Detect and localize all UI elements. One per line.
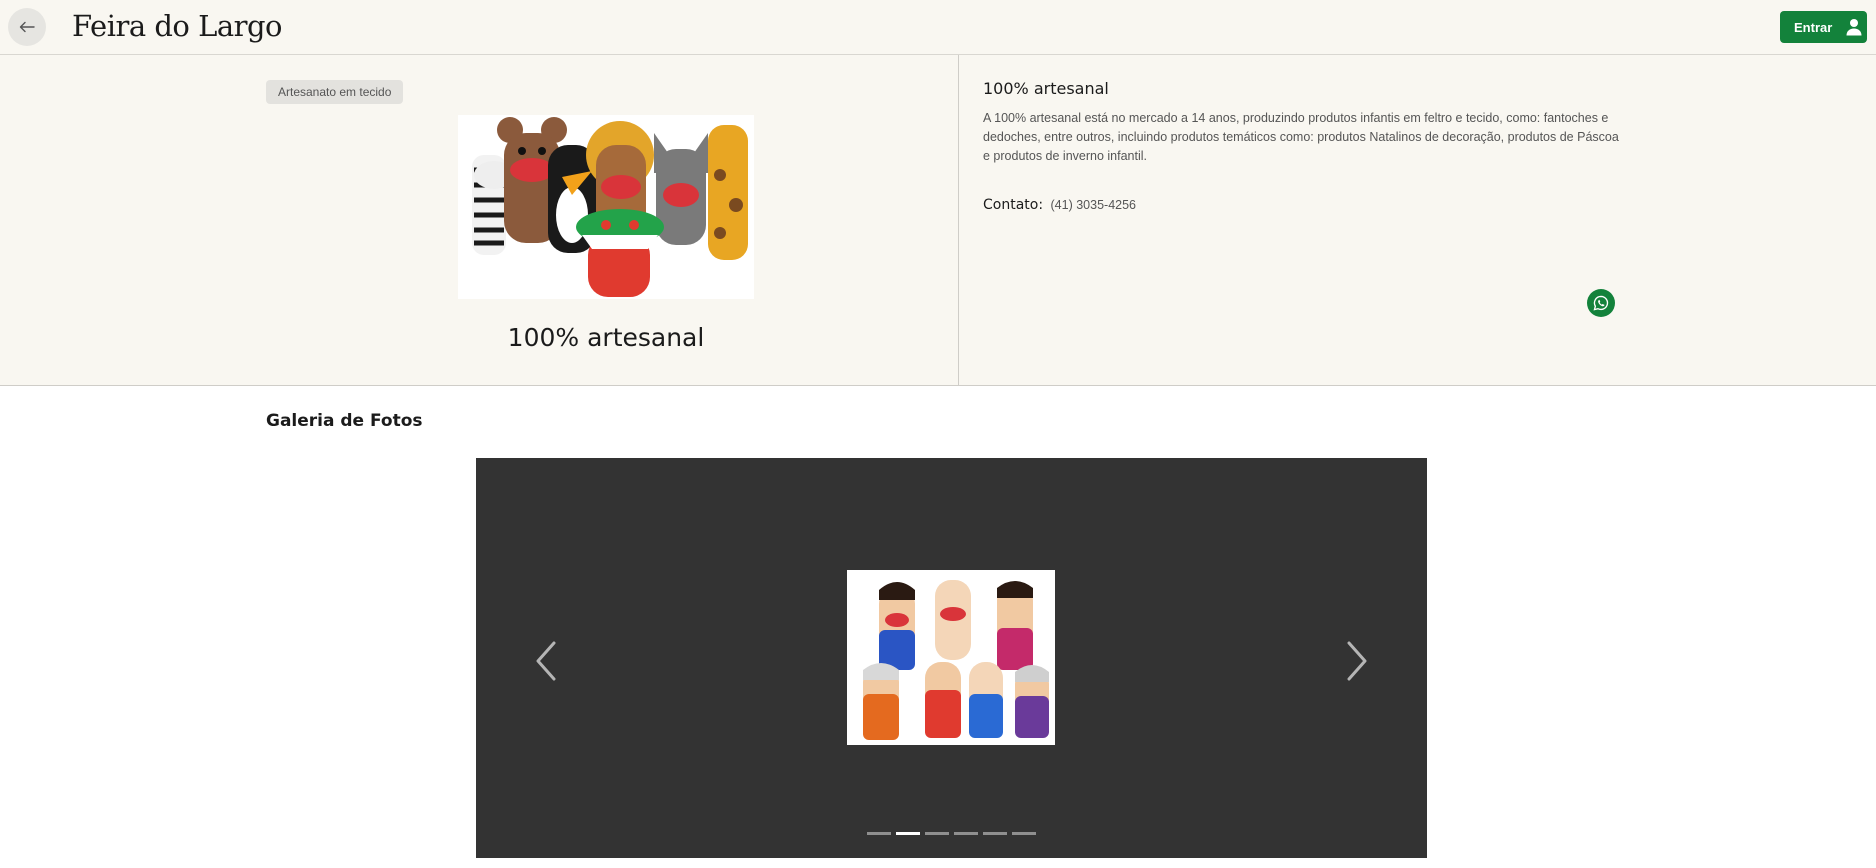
carousel-indicator[interactable]: [867, 832, 891, 835]
whatsapp-button[interactable]: [1587, 289, 1615, 317]
chevron-right-icon: [1347, 641, 1367, 681]
gallery-title: Galeria de Fotos: [266, 411, 423, 431]
carousel-indicator-active[interactable]: [896, 832, 920, 835]
brand-logo[interactable]: Feira do Largo: [72, 4, 283, 48]
product-name: 100% artesanal: [507, 323, 705, 352]
contact-info: Contato: (41) 3035-4256: [983, 196, 1136, 214]
category-tag[interactable]: Artesanato em tecido: [266, 80, 404, 104]
carousel-slide-image: [847, 570, 1055, 745]
vendor-main-image: [458, 115, 754, 299]
user-icon: [1846, 19, 1862, 36]
vertical-divider: [958, 55, 959, 386]
whatsapp-icon: [1593, 295, 1609, 311]
back-button[interactable]: [8, 8, 46, 46]
chevron-left-icon: [536, 641, 556, 681]
family-puppets-image: [847, 570, 1055, 745]
carousel-indicator[interactable]: [983, 832, 1007, 835]
arrow-left-icon: [19, 21, 35, 33]
login-button[interactable]: Entrar: [1780, 11, 1867, 43]
photo-carousel: [476, 458, 1427, 858]
login-button-label: Entrar: [1794, 19, 1833, 35]
top-header: Feira do Largo Entrar: [0, 0, 1876, 55]
animal-puppets-image: [458, 115, 754, 299]
carousel-indicator[interactable]: [925, 832, 949, 835]
info-title: 100% artesanal: [983, 79, 1109, 98]
contact-label: Contato:: [983, 197, 1044, 213]
carousel-indicator[interactable]: [954, 832, 978, 835]
contact-phone[interactable]: (41) 3035-4256: [1051, 198, 1136, 212]
info-description: A 100% artesanal está no mercado a 14 an…: [983, 111, 1619, 163]
carousel-next-button[interactable]: [1337, 638, 1377, 684]
carousel-indicator[interactable]: [1012, 832, 1036, 835]
carousel-indicators: [867, 832, 1036, 835]
vendor-section: Artesanato em tecido 100% artesanal 100%…: [0, 55, 1876, 386]
carousel-prev-button[interactable]: [526, 638, 566, 684]
